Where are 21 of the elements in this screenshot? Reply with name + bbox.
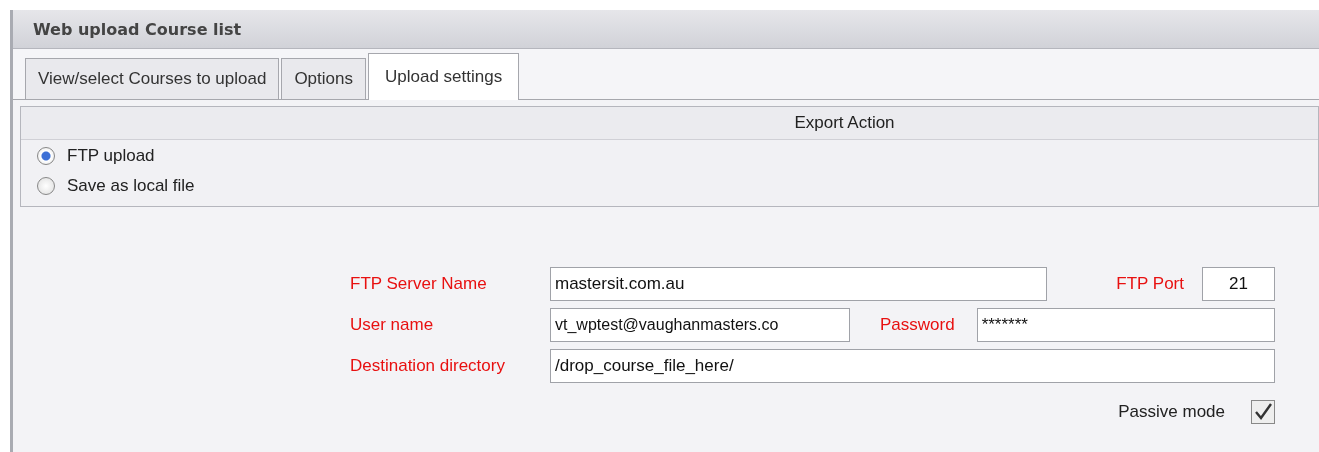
radio-label[interactable]: Save as local file <box>67 176 195 196</box>
field-label: FTP Server Name <box>350 274 488 294</box>
radio-label[interactable]: FTP upload <box>67 146 155 166</box>
checkbox-label[interactable]: Passive mode <box>1118 402 1225 422</box>
radio-button[interactable] <box>37 177 55 195</box>
input-field[interactable]: ******* <box>976 308 1275 342</box>
field-label: Destination directory <box>350 356 506 376</box>
field-label: Password <box>880 315 955 335</box>
radio-button[interactable] <box>37 147 55 165</box>
input-field[interactable]: /drop_course_file_here/ <box>550 349 1275 383</box>
tab[interactable]: Options <box>281 58 366 99</box>
field-label: User name <box>350 315 435 335</box>
checkbox[interactable] <box>1251 400 1275 424</box>
window-title: Web upload Course list <box>33 19 242 39</box>
tab[interactable]: View/select Courses to upload <box>25 58 280 99</box>
input-field[interactable]: vt_wptest@vaughanmasters.co <box>550 308 850 342</box>
input-field[interactable]: mastersit.com.au <box>550 267 1047 301</box>
tab[interactable]: Upload settings <box>367 53 520 100</box>
input-field[interactable]: 21 <box>1202 267 1275 301</box>
field-label: FTP Port <box>1116 274 1184 294</box>
group-title: Export Action <box>794 113 895 133</box>
